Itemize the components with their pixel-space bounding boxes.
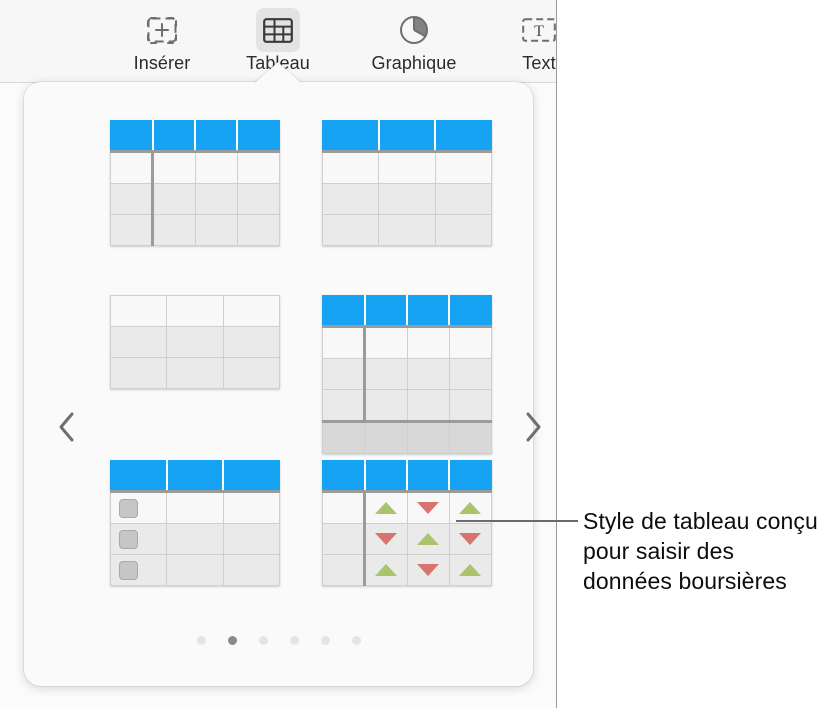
pagination-dot[interactable] [289, 636, 299, 645]
callout-text: Style de tableau conçu pour saisir des d… [583, 508, 818, 594]
pagination-dot[interactable] [320, 636, 330, 645]
table-style-thumbnail[interactable] [321, 120, 493, 246]
arrow-down-icon [375, 533, 398, 545]
pagination-dots [24, 636, 533, 645]
arrow-up-icon [375, 502, 398, 514]
chevron-right-icon [526, 412, 541, 442]
table-style-thumbnail[interactable] [109, 460, 281, 586]
table-icon [256, 8, 300, 52]
table-style-thumbnail[interactable] [109, 120, 281, 246]
table-style-thumbnail[interactable] [109, 295, 281, 420]
arrow-down-icon [417, 564, 440, 576]
toolbar-item-label: Insérer [133, 53, 191, 73]
insert-media-icon [140, 8, 184, 52]
text-box-icon: T [517, 8, 557, 52]
toolbar-item-graphique[interactable]: Graphique [362, 8, 466, 78]
table-style-thumbnail[interactable] [321, 295, 493, 454]
app-screenshot-region: Insérer Tableau Graphique T Text [0, 0, 557, 708]
chevron-left-icon [59, 412, 74, 442]
checkbox-icon [119, 529, 138, 549]
pie-chart-icon [392, 8, 436, 52]
pagination-dot[interactable] [258, 636, 268, 645]
toolbar-item-inserer[interactable]: Insérer [110, 8, 214, 78]
arrow-up-icon [375, 564, 398, 576]
arrow-up-icon [459, 564, 482, 576]
next-page-button[interactable] [516, 404, 550, 450]
arrow-up-icon [459, 502, 482, 514]
pagination-dot[interactable] [351, 636, 361, 645]
toolbar-item-label: Graphique [371, 53, 457, 73]
popover-pointer [254, 62, 302, 84]
screenshot-canvas: Insérer Tableau Graphique T Text Style d… [0, 0, 827, 708]
callout-leader-line [456, 520, 578, 522]
svg-text:T: T [534, 23, 544, 40]
table-style-thumbnail-stock[interactable] [321, 460, 493, 586]
table-style-thumbnail-grid [86, 114, 493, 614]
checkbox-icon [119, 498, 138, 518]
pagination-dot-active[interactable] [227, 636, 237, 645]
pagination-dot[interactable] [196, 636, 206, 645]
table-styles-popover [24, 82, 541, 686]
toolbar-item-label: Text [522, 53, 556, 73]
previous-page-button[interactable] [50, 404, 84, 450]
toolbar-item-texte[interactable]: T Text [487, 8, 557, 78]
arrow-down-icon [417, 502, 440, 514]
arrow-up-icon [417, 533, 440, 545]
checkbox-icon [119, 560, 138, 580]
arrow-down-icon [459, 533, 482, 545]
